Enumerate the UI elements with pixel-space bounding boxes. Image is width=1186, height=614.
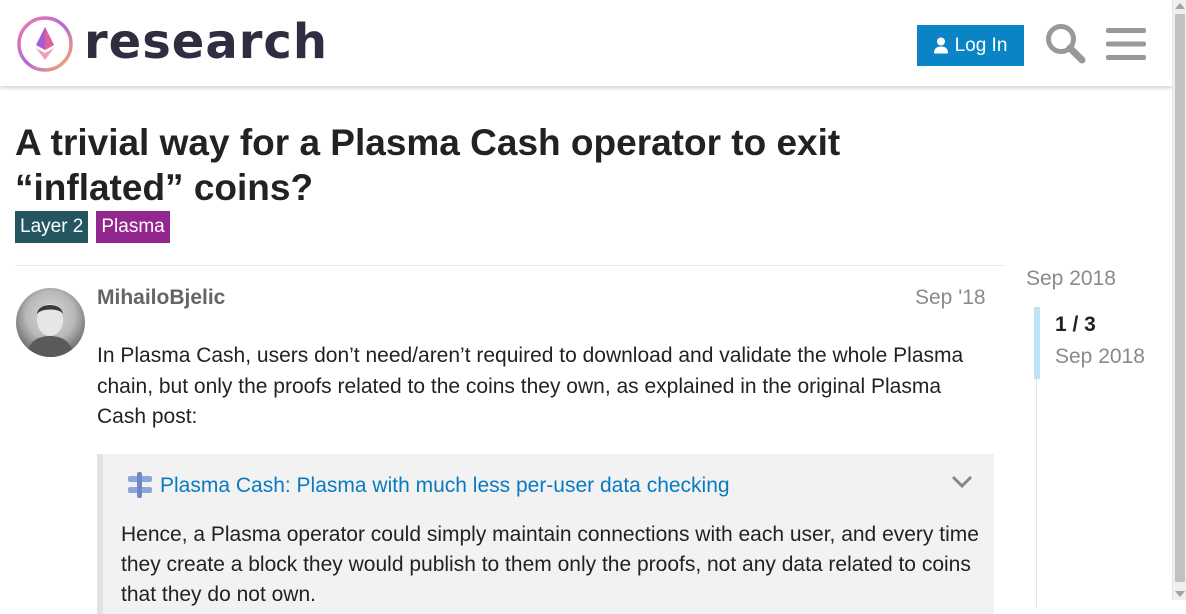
quoted-onebox: Plasma Cash: Plasma with much less per-u… xyxy=(97,454,994,614)
site-logo-text[interactable]: research xyxy=(84,14,328,70)
post-username[interactable]: MihailoBjelic xyxy=(97,286,225,310)
site-header: research Log In xyxy=(0,0,1172,86)
timeline-scroll-handle[interactable] xyxy=(1034,307,1040,379)
hamburger-menu-icon[interactable] xyxy=(1106,26,1146,62)
chevron-down-icon[interactable] xyxy=(951,475,973,489)
scroll-up-arrow-icon[interactable] xyxy=(1175,3,1185,9)
tag-layer-2[interactable]: Layer 2 xyxy=(15,211,89,243)
plasma-favicon-icon xyxy=(128,472,152,498)
login-button-label: Log In xyxy=(954,34,1008,56)
topic-title[interactable]: A trivial way for a Plasma Cash operator… xyxy=(15,120,915,210)
timeline-post-position: 1 / 3 xyxy=(1055,313,1096,336)
search-icon[interactable] xyxy=(1044,22,1086,64)
timeline-start-date[interactable]: Sep 2018 xyxy=(1026,267,1116,291)
tag-plasma[interactable]: Plasma xyxy=(96,211,170,243)
avatar[interactable] xyxy=(16,288,85,357)
user-icon xyxy=(933,37,948,54)
onebox-topic-link[interactable]: Plasma Cash: Plasma with much less per-u… xyxy=(160,474,730,498)
timeline-current-date: Sep 2018 xyxy=(1055,345,1145,368)
page-scrollbar[interactable] xyxy=(1172,0,1186,600)
post-date[interactable]: Sep '18 xyxy=(915,286,986,310)
login-button[interactable]: Log In xyxy=(917,25,1024,66)
logo-icon[interactable] xyxy=(16,15,74,73)
user-avatar-icon xyxy=(26,304,74,357)
topic-tags: Layer 2 Plasma xyxy=(15,211,170,243)
scroll-thumb[interactable] xyxy=(1175,14,1185,582)
title-divider xyxy=(15,265,1005,266)
onebox-quote-text: Hence, a Plasma operator could simply ma… xyxy=(121,523,979,606)
scroll-down-arrow-icon[interactable] xyxy=(1175,591,1185,597)
post-body-text: In Plasma Cash, users don’t need/aren’t … xyxy=(97,344,964,428)
